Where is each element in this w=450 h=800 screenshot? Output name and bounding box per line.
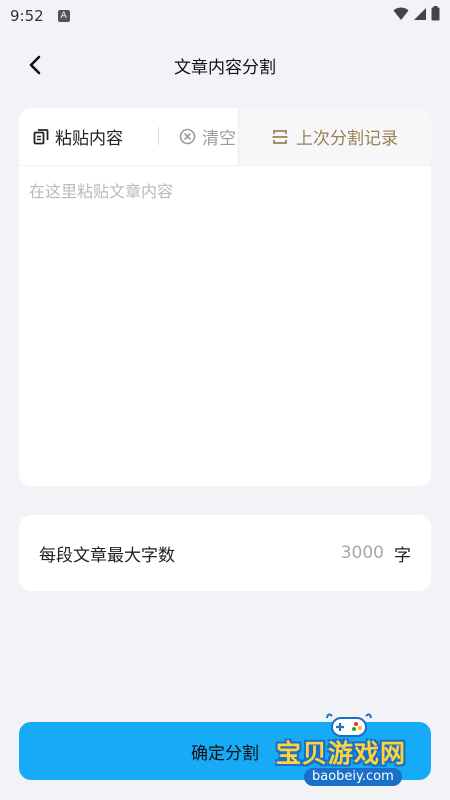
max-chars-unit: 字 [394,545,411,566]
confirm-split-button[interactable]: 确定分割 [19,722,431,780]
editor-card: 粘贴内容 清空 上次分割记录 [19,108,431,486]
history-label: 上次分割记录 [296,129,398,149]
paste-copy-icon [33,129,49,145]
clear-label: 清空 [202,129,236,149]
battery-icon [431,6,440,21]
back-button[interactable] [22,52,48,78]
paste-button[interactable]: 粘贴内容 [33,124,123,149]
status-notification-icon: A [57,10,70,22]
page-title: 文章内容分割 [174,57,276,78]
history-split-icon [272,129,288,144]
history-button[interactable]: 上次分割记录 [238,108,431,165]
max-chars-label: 每段文章最大字数 [39,545,175,566]
status-bar: 9:52 A [0,0,450,32]
header: 文章内容分割 [0,40,450,90]
signal-icon [414,7,426,20]
max-chars-setting: 每段文章最大字数 字 [19,515,431,591]
clear-button[interactable]: 清空 [179,124,236,149]
toolbar-divider [158,127,159,145]
article-content-input[interactable] [19,166,431,486]
back-arrow-icon [29,55,41,75]
status-time: 9:52 [10,7,44,25]
status-icons [393,6,440,21]
max-chars-input[interactable] [324,543,384,563]
paste-label: 粘贴内容 [55,129,123,149]
editor-toolbar: 粘贴内容 清空 上次分割记录 [19,108,431,165]
wifi-icon [393,7,409,20]
clear-x-circle-icon [179,128,196,145]
